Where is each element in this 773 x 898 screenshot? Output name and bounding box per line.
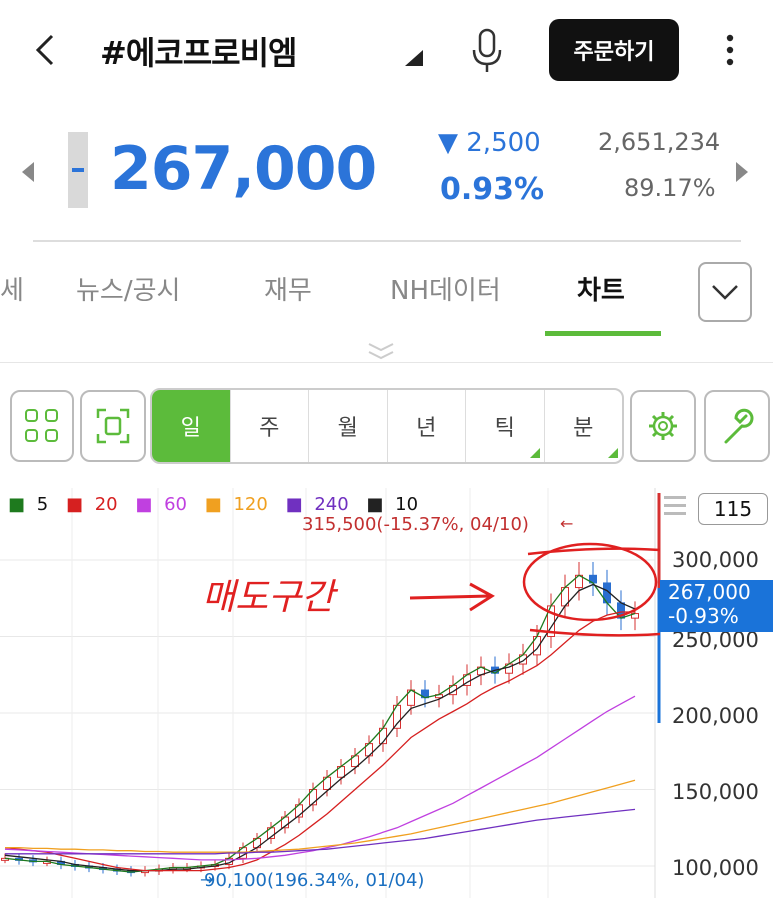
dropdown-triangle-icon[interactable] (405, 50, 423, 66)
fullscreen-button[interactable] (80, 390, 146, 462)
legend-item: ■ 20 (65, 494, 118, 515)
hand-arrow (409, 582, 495, 612)
tab-finance[interactable]: 재무 (264, 270, 312, 307)
legend-label: 10 (395, 494, 419, 515)
active-tab-indicator (545, 331, 661, 336)
legend-label: 60 (164, 494, 187, 515)
volume: 2,651,234 (598, 128, 721, 156)
legend-item: ■ 10 (366, 494, 419, 515)
current-price: 267,000 (110, 134, 377, 204)
collapse-chevron-icon[interactable] (366, 340, 396, 362)
period-day[interactable]: 일 (152, 390, 231, 462)
grid-icon (25, 409, 58, 442)
period-selector: 일 주 월 년 틱 분 (150, 388, 624, 464)
change-percent: 0.93% (440, 172, 545, 207)
period-month[interactable]: 월 (309, 390, 388, 462)
period-tick[interactable]: 틱 (466, 390, 545, 462)
current-change-value: -0.93% (668, 604, 739, 628)
down-triangle-icon: ▼ (438, 128, 458, 158)
settings-button[interactable] (630, 390, 696, 462)
legend-item: ■ 60 (135, 494, 187, 515)
divider (0, 362, 773, 363)
expand-tabs-button[interactable] (698, 262, 752, 322)
tab-nh-data[interactable]: NH데이터 (390, 270, 501, 307)
legend-item: ■ 5 (8, 494, 49, 515)
y-tick: 200,000 (672, 704, 759, 728)
period-week[interactable]: 주 (231, 390, 309, 462)
candle-count[interactable]: 115 (698, 493, 768, 525)
legend-item: ■ 120 (204, 494, 268, 515)
ma-line-60 (4, 695, 636, 861)
chevron-left-icon (35, 34, 54, 66)
period-year[interactable]: 년 (388, 390, 466, 462)
price-marker (68, 132, 88, 208)
submenu-triangle-icon (529, 448, 540, 458)
y-tick: 300,000 (672, 548, 759, 572)
menu-line (664, 496, 686, 499)
period-minute-label: 분 (573, 416, 594, 441)
volume-ratio: 89.17% (624, 174, 716, 202)
layout-grid-button[interactable] (10, 390, 74, 462)
next-stock-arrow-icon[interactable] (736, 162, 748, 182)
price-change: ▼ 2,500 (438, 128, 541, 158)
chart-legend: ■ 5 ■ 20 ■ 60 ■ 120 ■ 240 ■ 10 (8, 494, 430, 515)
menu-line (664, 512, 686, 515)
high-arrow: ← (560, 514, 573, 533)
gear-icon (649, 412, 677, 440)
more-vertical-icon[interactable] (720, 30, 740, 70)
price-chart[interactable]: ←→ (0, 488, 773, 898)
back-button[interactable] (30, 30, 60, 70)
ma-line-120 (5, 779, 636, 853)
legend-label: 240 (314, 494, 349, 515)
legend-label: 120 (233, 494, 268, 515)
change-value: 2,500 (466, 128, 541, 158)
prev-stock-arrow-icon[interactable] (22, 162, 34, 182)
legend-label: 20 (94, 494, 118, 515)
y-tick: 100,000 (672, 856, 759, 880)
stock-title[interactable]: #에코프로비엠 (100, 28, 297, 74)
chevron-down-icon (712, 285, 738, 300)
current-price-label: 267,000 -0.93% (660, 580, 773, 632)
y-tick: 150,000 (672, 780, 759, 804)
divider (33, 240, 741, 242)
low-annotation: 90,100(196.34%, 01/04) (204, 870, 425, 891)
menu-line (664, 504, 686, 507)
tab-chart[interactable]: 차트 (577, 270, 625, 307)
fullscreen-icon (96, 408, 130, 444)
handwritten-note: 매도구간 (202, 577, 335, 618)
tab-partial[interactable]: 세 (0, 270, 24, 307)
period-tick-label: 틱 (494, 416, 515, 441)
order-button[interactable]: 주문하기 (549, 19, 679, 81)
high-annotation: 315,500(-15.37%, 04/10) (302, 514, 529, 535)
tools-button[interactable] (704, 390, 770, 462)
current-price-value: 267,000 (668, 580, 751, 604)
period-minute[interactable]: 분 (545, 390, 623, 462)
microphone-icon[interactable] (470, 28, 504, 74)
submenu-triangle-icon (608, 448, 618, 458)
legend-item: ■ 240 (285, 494, 349, 515)
legend-label: 5 (36, 494, 49, 515)
wrench-icon (724, 408, 754, 444)
tab-news[interactable]: 뉴스/공시 (76, 270, 180, 307)
